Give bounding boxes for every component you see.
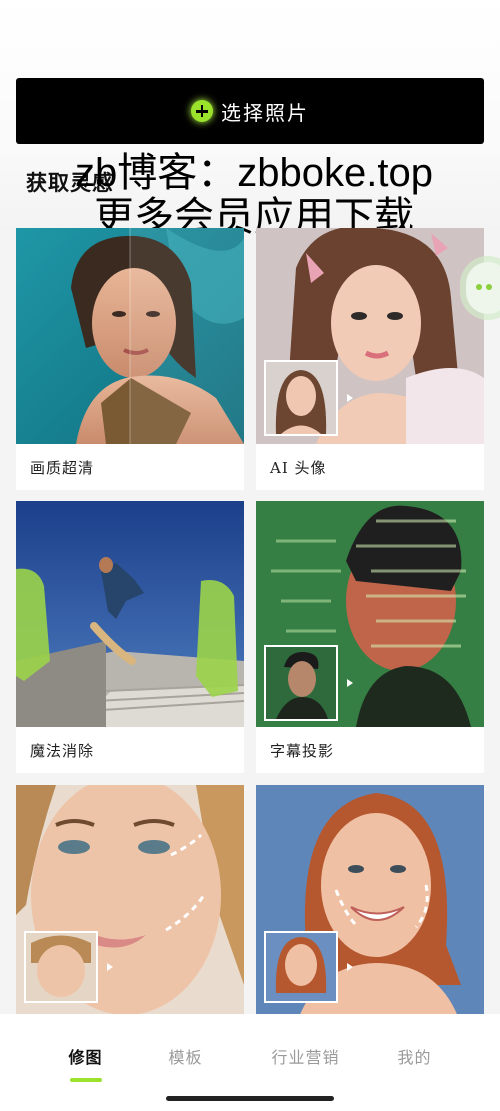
card-ai-avatar-image (256, 228, 484, 444)
card-label: 画质超清 (30, 459, 95, 477)
select-photo-button[interactable]: 选择照片 (16, 78, 484, 144)
home-indicator (166, 1096, 334, 1101)
card-caption-projection-image (256, 501, 484, 727)
tab-templates[interactable]: 模板 (123, 1044, 248, 1068)
arrow-right-icon (347, 963, 353, 971)
tab-mine[interactable]: 我的 (352, 1044, 477, 1068)
card-face-smile-image (256, 785, 484, 1025)
plus-icon (191, 100, 213, 122)
card-magic-eraser-image (16, 501, 244, 727)
card-label: 魔法消除 (30, 742, 95, 760)
arrow-right-icon (107, 963, 113, 971)
card-enhance-image (16, 228, 244, 444)
section-title: 获取灵感 (26, 170, 114, 195)
card-face-slim[interactable] (16, 785, 244, 1025)
inset-portrait-illustration (266, 647, 336, 719)
handle-dot-icon (476, 284, 482, 290)
arrow-right-icon (347, 394, 353, 402)
inset-portrait-illustration (266, 362, 336, 434)
ai-avatar-inset (264, 360, 338, 436)
card-face-smile[interactable] (256, 785, 484, 1025)
card-caption-projection[interactable]: 字幕投影 (256, 501, 484, 773)
active-tab-indicator (70, 1078, 102, 1082)
card-ai-avatar[interactable]: AI 头像 (256, 228, 484, 490)
bottom-nav: 修图 模板 行业营销 我的 (0, 1014, 500, 1111)
tab-marketing[interactable]: 行业营销 (243, 1044, 368, 1068)
card-label: 字幕投影 (270, 742, 335, 760)
floating-side-handle[interactable] (466, 262, 500, 314)
inset-portrait-illustration (266, 933, 336, 1001)
caption-projection-inset (264, 645, 338, 721)
arrow-right-icon (347, 679, 353, 687)
card-label: AI 头像 (270, 459, 327, 477)
select-photo-label: 选择照片 (221, 100, 309, 125)
face-smile-inset (264, 931, 338, 1003)
card-magic-eraser[interactable]: 魔法消除 (16, 501, 244, 773)
inset-portrait-illustration (26, 933, 96, 1001)
face-slim-inset (24, 931, 98, 1003)
magic-eraser-illustration (16, 501, 244, 727)
enhance-photo-illustration (16, 228, 244, 444)
card-face-slim-image (16, 785, 244, 1025)
card-enhance[interactable]: 画质超清 (16, 228, 244, 490)
handle-dot-icon (486, 284, 492, 290)
